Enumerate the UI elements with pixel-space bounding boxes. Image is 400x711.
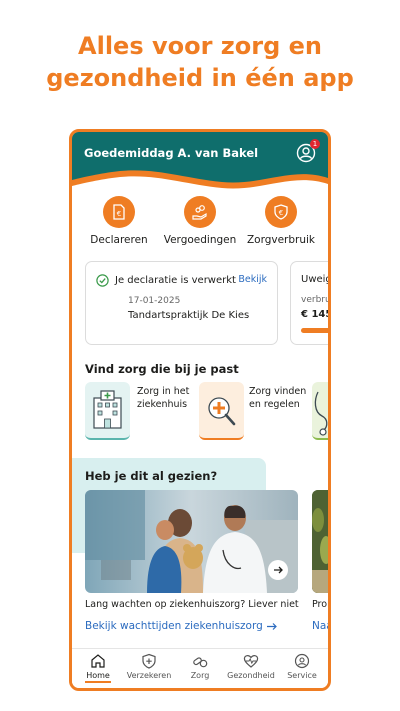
seen-title: Heb je dit al gezien? bbox=[85, 469, 218, 483]
tile-label-line: en regelen bbox=[249, 399, 300, 410]
bottom-tab-bar: Home Verzekeren Zorg Gezondheid Service bbox=[72, 648, 328, 688]
arrow-right-icon bbox=[267, 622, 277, 630]
phone-frame: Goedemiddag A. van Bakel 1 € Declareren bbox=[69, 129, 331, 691]
pills-icon bbox=[193, 657, 208, 668]
tile-third-partial[interactable] bbox=[312, 382, 328, 440]
family-doctor-photo bbox=[85, 490, 298, 593]
euro-document-icon: € bbox=[113, 204, 125, 220]
tab-service[interactable]: Service bbox=[276, 653, 328, 680]
tile-label-vinden: Zorg vinden en regelen bbox=[249, 385, 306, 411]
check-circle-icon bbox=[96, 274, 109, 287]
usage-subtitle: verbruik bbox=[301, 295, 331, 305]
tab-verzekeren[interactable]: Verzekeren bbox=[123, 653, 175, 680]
plant-photo bbox=[312, 490, 328, 593]
usage-card[interactable]: Uweig verbruik € 145, bbox=[290, 261, 331, 345]
promo-headline: Alles voor zorg en gezondheid in één app bbox=[0, 30, 400, 94]
quick-action-label: Declareren bbox=[90, 234, 148, 246]
tab-label: Home bbox=[86, 671, 110, 680]
usage-amount: € 145, bbox=[301, 309, 328, 320]
quick-action-circle: € bbox=[103, 196, 135, 228]
hand-coins-icon bbox=[192, 205, 207, 220]
declaration-title: Je declaratie is verwerkt bbox=[115, 275, 236, 286]
tile-label-line: Zorg vinden bbox=[249, 386, 307, 397]
article-link-text: Bekijk wachttijden ziekenhuiszorg bbox=[85, 620, 263, 632]
home-icon bbox=[91, 654, 105, 668]
notification-badge: 1 bbox=[310, 139, 320, 149]
find-care-title: Vind zorg die bij je past bbox=[85, 362, 239, 376]
quick-action-circle bbox=[184, 196, 216, 228]
shield-plus-icon bbox=[142, 653, 156, 669]
declaration-card[interactable]: Je declaratie is verwerkt Bekijk 17-01-2… bbox=[85, 261, 278, 345]
second-article-caption: Prob bbox=[312, 599, 331, 610]
tile-zorg-in-ziekenhuis[interactable] bbox=[85, 382, 130, 440]
second-article-link[interactable]: Naa bbox=[312, 620, 328, 632]
tab-label: Gezondheid bbox=[227, 671, 275, 680]
heart-pulse-icon bbox=[243, 655, 259, 668]
svg-text:€: € bbox=[279, 209, 283, 217]
quick-action-zorgverbruik[interactable]: € Zorgverbruik bbox=[241, 196, 321, 246]
quick-action-declareren[interactable]: € Declareren bbox=[79, 196, 159, 246]
article-link[interactable]: Bekijk wachttijden ziekenhuiszorg bbox=[85, 620, 278, 632]
tile-zorg-vinden[interactable] bbox=[199, 382, 244, 440]
arrow-right-icon bbox=[274, 566, 283, 574]
tile-label-ziekenhuis: Zorg in het ziekenhuis bbox=[137, 385, 189, 411]
quick-action-label: Vergoedingen bbox=[163, 234, 237, 246]
tile-label-line: ziekenhuis bbox=[137, 399, 188, 410]
hospital-icon bbox=[93, 390, 122, 429]
usage-title: Uweig bbox=[301, 274, 331, 285]
greeting-text: Goedemiddag A. van Bakel bbox=[84, 146, 259, 160]
tab-label: Zorg bbox=[190, 671, 210, 680]
article-caption: Lang wachten op ziekenhuiszorg? Liever n… bbox=[85, 599, 299, 610]
article-image[interactable] bbox=[85, 490, 298, 593]
tab-home[interactable]: Home bbox=[72, 653, 124, 683]
declaration-view-link[interactable]: Bekijk bbox=[238, 274, 267, 285]
tile-label-line: Zorg in het bbox=[137, 386, 190, 397]
declaration-date: 17-01-2025 bbox=[128, 296, 181, 306]
tab-gezondheid[interactable]: Gezondheid bbox=[225, 653, 277, 680]
declaration-provider: Tandartspraktijk De Kies bbox=[128, 310, 250, 321]
promo-headline-line2: gezondheid in één app bbox=[46, 64, 354, 92]
usage-progress-bar bbox=[301, 328, 328, 333]
chat-service-icon bbox=[294, 653, 310, 669]
header-wave-background bbox=[72, 132, 328, 189]
stethoscope-icon bbox=[314, 391, 328, 436]
euro-shield-icon: € bbox=[274, 204, 288, 220]
quick-action-vergoedingen[interactable]: Vergoedingen bbox=[160, 196, 240, 246]
tab-label: Verzekeren bbox=[126, 671, 172, 680]
tab-zorg[interactable]: Zorg bbox=[174, 653, 226, 680]
quick-action-circle: € bbox=[265, 196, 297, 228]
second-article-image[interactable] bbox=[312, 490, 328, 593]
promo-headline-line1: Alles voor zorg en bbox=[78, 32, 322, 60]
svg-text:€: € bbox=[117, 210, 121, 218]
tab-active-indicator bbox=[85, 681, 111, 683]
app-header: Goedemiddag A. van Bakel 1 bbox=[72, 132, 328, 202]
declaration-status: Je declaratie is verwerkt bbox=[96, 274, 236, 287]
quick-action-label: Zorgverbruik bbox=[246, 234, 316, 246]
tab-label: Service bbox=[287, 671, 317, 680]
carousel-next-button[interactable] bbox=[268, 560, 288, 580]
magnifier-cross-icon bbox=[208, 397, 236, 426]
